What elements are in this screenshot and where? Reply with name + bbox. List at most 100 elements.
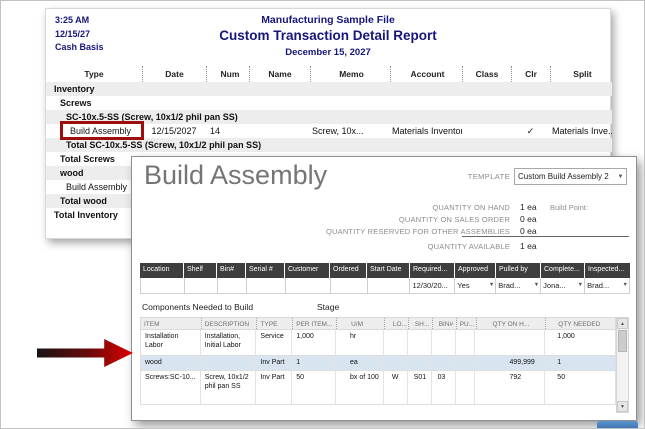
- detail-date: 12/15/2027: [151, 126, 197, 136]
- ordered-field[interactable]: [331, 278, 368, 293]
- qty-value: 1 ea: [520, 241, 537, 251]
- scrollbar-thumb[interactable]: [618, 330, 627, 352]
- col-approved: Approved: [455, 263, 496, 278]
- scroll-up-icon[interactable]: ▲: [617, 318, 628, 329]
- per-item-cell: 50: [292, 371, 337, 404]
- bin-field[interactable]: [218, 278, 247, 293]
- item-cell: Screws:SC-10...: [141, 371, 201, 404]
- chevron-down-icon: ▼: [622, 282, 628, 288]
- red-highlight-box: [60, 121, 144, 140]
- detail-num: 14: [210, 126, 221, 136]
- shelf-field[interactable]: [185, 278, 218, 293]
- components-table: ITEM DESCRIPTION TYPE PER ITEM... U/M LO…: [140, 317, 616, 405]
- vertical-scrollbar[interactable]: ▲ ▼: [616, 317, 629, 413]
- complete-value: Jona...: [543, 281, 566, 290]
- col-bin: Bin#: [217, 263, 246, 278]
- report-row-total-sc: Total SC-10x.5-SS (Screw, 10x1/2 phil pa…: [46, 138, 612, 152]
- report-column-headers: Type Date Num Name Memo Account Class Cl…: [46, 66, 612, 82]
- qty-needed-cell: 1: [557, 359, 562, 366]
- um-cell: ea: [336, 356, 384, 370]
- col-pulled-by: Pulled by: [496, 263, 541, 278]
- qty-value: 0 ea: [520, 226, 537, 236]
- component-row[interactable]: Screws:SC-10... Screw, 10x1/2 phil pan S…: [140, 371, 616, 405]
- components-caption: Components Needed to Build: [142, 302, 254, 312]
- report-header: Manufacturing Sample File Custom Transac…: [46, 14, 610, 58]
- build-point-label: Build Point:: [550, 202, 588, 212]
- type-cell: Inv Part: [256, 371, 293, 404]
- tracking-row: 12/30/20... Yes ▼ Brad... ▼ Jona... ▼ Br…: [140, 278, 630, 294]
- lo-cell: [384, 356, 408, 370]
- bin-cell: [432, 356, 456, 370]
- components-header: ITEM DESCRIPTION TYPE PER ITEM... U/M LO…: [140, 317, 616, 330]
- partial-blue-button[interactable]: [597, 421, 638, 428]
- approved-value: Yes: [457, 281, 470, 290]
- col-name: Name: [249, 66, 310, 82]
- report-row-screws: Screws: [46, 96, 612, 110]
- col-type: TYPE: [256, 318, 292, 329]
- col-type: Type: [84, 69, 104, 79]
- sh-cell: S01: [408, 371, 432, 404]
- qty-on-hand-cell: 499,999: [475, 356, 546, 370]
- col-item: ITEM: [144, 321, 160, 328]
- col-date: Date: [142, 66, 206, 82]
- complete-select[interactable]: Jona... ▼: [541, 278, 586, 293]
- report-title: Custom Transaction Detail Report: [219, 28, 437, 43]
- pulled-by-select[interactable]: Brad... ▼: [496, 278, 542, 293]
- inspected-select[interactable]: Brad... ▼: [585, 278, 630, 293]
- lo-cell: W: [384, 371, 408, 404]
- qty-value: 0 ea: [520, 214, 537, 224]
- customer-field[interactable]: [286, 278, 331, 293]
- item-cell: wood: [141, 356, 201, 370]
- approved-select[interactable]: Yes ▼: [455, 278, 497, 293]
- per-item-cell: 1,000: [292, 330, 337, 355]
- component-row-selected[interactable]: wood Inv Part 1 ea 499,999 1: [140, 356, 616, 371]
- pu-cell: [456, 356, 476, 370]
- col-lo: LO...: [383, 318, 408, 329]
- col-memo: Memo: [310, 66, 390, 82]
- description-cell: Screw, 10x1/2 phil pan SS: [201, 371, 257, 404]
- col-shelf: Shelf: [184, 263, 217, 278]
- pu-cell: [456, 330, 476, 355]
- col-qty-needed: QTY NEEDED: [545, 318, 615, 329]
- item-cell: Installation Labor: [141, 330, 201, 355]
- bin-cell: 03: [432, 371, 456, 404]
- template-dropdown[interactable]: Custom Build Assembly 2 ▼: [514, 168, 627, 185]
- col-ordered: Ordered: [330, 263, 367, 278]
- col-split: Split: [550, 66, 612, 82]
- chevron-down-icon: ▼: [617, 173, 624, 180]
- col-pu: PU...: [455, 318, 476, 329]
- report-date-range: December 15, 2027: [285, 47, 371, 58]
- description-cell: Installation, Initial Labor: [201, 330, 257, 355]
- build-assembly-window: Build Assembly TEMPLATE Custom Build Ass…: [131, 156, 637, 421]
- component-row[interactable]: Installation Labor Installation, Initial…: [140, 330, 616, 356]
- template-label: TEMPLATE: [467, 172, 510, 181]
- chevron-down-icon: ▼: [488, 282, 495, 288]
- red-arrow-annotation: [37, 339, 133, 367]
- summary-divider: [462, 236, 629, 237]
- col-sh: SH...: [407, 318, 432, 329]
- scroll-down-icon[interactable]: ▼: [617, 401, 628, 412]
- um-cell: bx of 100: [336, 371, 384, 404]
- col-clr: Clr: [511, 66, 550, 82]
- inspected-value: Brad...: [587, 281, 610, 290]
- row-label: Total SC-10x.5-SS (Screw, 10x1/2 phil pa…: [66, 140, 262, 150]
- row-label: Screws: [60, 98, 92, 108]
- required-date-field[interactable]: 12/30/20...: [410, 278, 456, 293]
- required-value: 12/30/20...: [412, 281, 448, 290]
- chevron-down-icon: ▼: [577, 282, 584, 288]
- template-value: Custom Build Assembly 2: [518, 172, 609, 181]
- qty-value: 1 ea: [520, 202, 537, 212]
- col-account: Account: [390, 66, 462, 82]
- col-serial: Serial #: [246, 263, 285, 278]
- sh-cell: [408, 330, 432, 355]
- col-customer: Customer: [285, 263, 330, 278]
- col-inspected: Inspected...: [588, 266, 625, 273]
- qty-on-hand-cell: 792: [475, 371, 546, 404]
- tracking-table: Location Shelf Bin# Serial # Customer Or…: [140, 263, 630, 294]
- start-date-field[interactable]: [368, 278, 411, 293]
- qty-label: QUANTITY AVAILABLE: [427, 241, 510, 251]
- col-um: U/M: [336, 318, 384, 329]
- serial-field[interactable]: [247, 278, 286, 293]
- location-field[interactable]: [141, 278, 185, 293]
- qty-sales-order-row: QUANTITY ON SALES ORDER 0 ea: [242, 213, 628, 225]
